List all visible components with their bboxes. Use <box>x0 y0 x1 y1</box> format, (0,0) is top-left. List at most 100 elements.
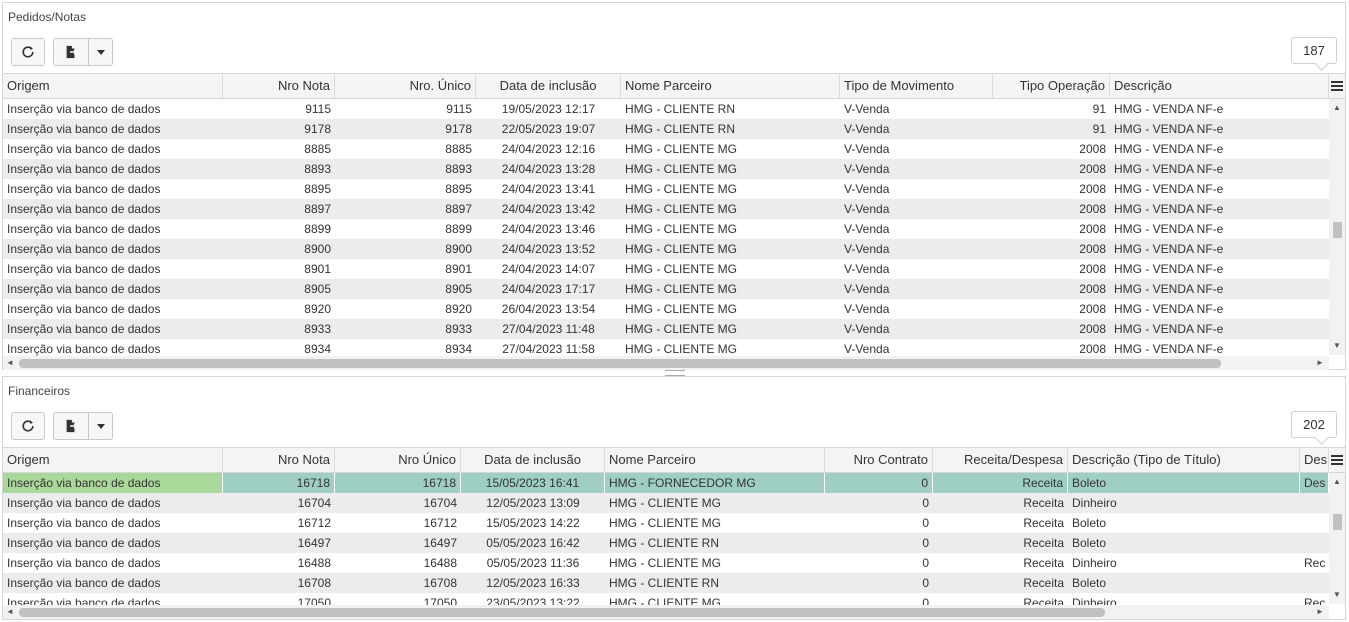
finance-refresh-button[interactable] <box>11 412 45 440</box>
cell-nro-unico: 16497 <box>423 536 457 550</box>
cell-origem: Inserção via banco de dados <box>7 202 161 216</box>
table-row[interactable]: Inserção via banco de dados 9115 9115 19/05… <box>3 99 1329 119</box>
table-row[interactable]: Inserção via banco de dados 8897 8897 24/04… <box>3 199 1329 219</box>
column-header-nro-nota[interactable]: Nro Nota <box>223 74 335 98</box>
table-row[interactable]: Inserção via banco de dados 8933 8933 27/04… <box>3 319 1329 339</box>
column-header-tipo-movimento[interactable]: Tipo de Movimento <box>840 74 993 98</box>
cell-descricao-extra: Des <box>1300 473 1329 493</box>
table-row[interactable]: Inserção via banco de dados 8885 8885 24/04… <box>3 139 1329 159</box>
cell-descricao-extra <box>1300 573 1329 593</box>
cell-data-inclusao: 12/05/2023 16:33 <box>486 576 580 590</box>
table-row[interactable]: Inserção via banco de dados 8934 8934 27/04… <box>3 339 1329 356</box>
table-row[interactable]: Inserção via banco de dados 8905 8905 24/04… <box>3 279 1329 299</box>
column-header-nro-unico[interactable]: Nro. Único <box>335 74 476 98</box>
scrollbar-thumb[interactable] <box>19 359 1221 368</box>
table-row[interactable]: Inserção via banco de dados 8901 8901 24/04… <box>3 259 1329 279</box>
table-row[interactable]: Inserção via banco de dados 16704 16704 12/… <box>3 493 1329 513</box>
finance-horizontal-scrollbar[interactable]: ◄ ► <box>3 605 1329 619</box>
orders-horizontal-scrollbar[interactable]: ◄ ► <box>3 356 1329 370</box>
cell-nro-unico: 8900 <box>445 242 472 256</box>
column-header-receita-despesa[interactable]: Receita/Despesa <box>933 448 1068 472</box>
cell-nome-parceiro: HMG - CLIENTE MG <box>609 556 722 570</box>
scroll-down-arrow-icon[interactable]: ▼ <box>1329 339 1345 353</box>
cell-nro-nota: 9115 <box>305 102 331 116</box>
finance-vertical-scrollbar[interactable]: ▲ ▼ <box>1329 473 1345 604</box>
scrollbar-thumb[interactable] <box>1333 514 1342 530</box>
cell-tipo-movimento: V-Venda <box>844 282 890 296</box>
cell-nro-nota: 16718 <box>223 473 335 493</box>
cell-origem: Inserção via banco de dados <box>7 222 161 236</box>
cell-origem: Inserção via banco de dados <box>7 342 161 356</box>
table-row[interactable]: Inserção via banco de dados 8920 8920 26/04… <box>3 299 1329 319</box>
cell-tipo-operacao: 2008 <box>1079 342 1106 356</box>
cell-nro-nota: 8933 <box>304 322 331 336</box>
cell-nro-unico: 8893 <box>445 162 472 176</box>
scroll-left-arrow-icon[interactable]: ◄ <box>3 356 17 370</box>
column-header-origem[interactable]: Origem <box>3 448 223 472</box>
cell-origem: Inserção via banco de dados <box>7 536 161 550</box>
cell-tipo-operacao: 2008 <box>1079 282 1106 296</box>
cell-tipo-operacao: 2008 <box>1079 302 1106 316</box>
cell-descricao: HMG - VENDA NF-e <box>1114 102 1224 116</box>
cell-receita-despesa: Receita <box>1023 576 1064 590</box>
table-row[interactable]: Inserção via banco de dados 8900 8900 24/04… <box>3 239 1329 259</box>
cell-tipo-movimento: V-Venda <box>844 182 890 196</box>
cell-nro-nota: 16497 <box>297 536 331 550</box>
column-header-tipo-operacao[interactable]: Tipo Operação <box>993 74 1110 98</box>
column-header-data-inclusao[interactable]: Data de inclusão <box>461 448 605 472</box>
cell-nome-parceiro: HMG - CLIENTE MG <box>625 282 738 296</box>
cell-nro-unico: 16488 <box>423 556 457 570</box>
column-header-nro-nota[interactable]: Nro Nota <box>223 448 335 472</box>
table-row[interactable]: Inserção via banco de dados 8895 8895 24/04… <box>3 179 1329 199</box>
orders-vertical-scrollbar[interactable]: ▲ ▼ <box>1329 99 1345 355</box>
cell-origem: Inserção via banco de dados <box>7 496 161 510</box>
scroll-up-arrow-icon[interactable]: ▲ <box>1329 475 1345 489</box>
table-row[interactable]: Inserção via banco de dados 16718 16718 15/… <box>3 473 1329 493</box>
scroll-down-arrow-icon[interactable]: ▼ <box>1329 588 1345 602</box>
column-header-origem[interactable]: Origem <box>3 74 223 98</box>
orders-grid-menu-button[interactable] <box>1329 73 1345 99</box>
cell-data-inclusao: 27/04/2023 11:48 <box>502 322 595 336</box>
cell-nome-parceiro: HMG - CLIENTE MG <box>609 516 722 530</box>
cell-nome-parceiro: HMG - CLIENTE RN <box>609 536 720 550</box>
scroll-right-arrow-icon[interactable]: ► <box>1313 605 1327 619</box>
scroll-right-arrow-icon[interactable]: ► <box>1313 356 1327 370</box>
refresh-icon <box>22 420 34 432</box>
table-row[interactable]: Inserção via banco de dados 16497 16497 05/… <box>3 533 1329 553</box>
table-row[interactable]: Inserção via banco de dados 8893 8893 24/04… <box>3 159 1329 179</box>
column-header-nro-contrato[interactable]: Nro Contrato <box>825 448 933 472</box>
cell-nro-unico: 8905 <box>445 282 472 296</box>
cell-nro-nota: 8893 <box>304 162 331 176</box>
cell-data-inclusao: 22/05/2023 19:07 <box>501 122 596 136</box>
cell-tipo-movimento: V-Venda <box>844 222 890 236</box>
finance-grid-menu-button[interactable] <box>1329 447 1345 473</box>
orders-grid-body: Inserção via banco de dados 9115 9115 19/05… <box>3 99 1329 356</box>
table-row[interactable]: Inserção via banco de dados 16488 16488 05/… <box>3 553 1329 573</box>
column-header-nome-parceiro[interactable]: Nome Parceiro <box>621 74 840 98</box>
table-row[interactable]: Inserção via banco de dados 17050 17050 23/… <box>3 593 1329 605</box>
column-header-descricao[interactable]: Descrição <box>1110 74 1329 98</box>
column-header-nome-parceiro[interactable]: Nome Parceiro <box>605 448 825 472</box>
scrollbar-thumb[interactable] <box>19 608 1105 617</box>
scroll-left-arrow-icon[interactable]: ◄ <box>3 605 17 619</box>
column-header-nro-unico[interactable]: Nro Único <box>335 448 461 472</box>
orders-export-dropdown-button[interactable] <box>89 39 112 65</box>
scroll-up-arrow-icon[interactable]: ▲ <box>1329 101 1345 115</box>
column-menu-icon <box>1331 81 1343 91</box>
table-row[interactable]: Inserção via banco de dados 16708 16708 12/… <box>3 573 1329 593</box>
table-row[interactable]: Inserção via banco de dados 16712 16712 15/… <box>3 513 1329 533</box>
scrollbar-thumb[interactable] <box>1333 222 1342 238</box>
finance-export-dropdown-button[interactable] <box>89 413 112 439</box>
orders-export-button[interactable] <box>54 39 89 65</box>
column-header-descricao-extra[interactable]: Des <box>1300 448 1329 472</box>
finance-export-button[interactable] <box>54 413 89 439</box>
orders-refresh-button[interactable] <box>11 38 45 66</box>
cell-nro-nota: 8901 <box>304 262 331 276</box>
column-header-descricao-tipo-titulo[interactable]: Descrição (Tipo de Título) <box>1068 448 1300 472</box>
cell-data-inclusao: 24/04/2023 12:16 <box>501 142 596 156</box>
cell-tipo-operacao: 2008 <box>1079 182 1106 196</box>
table-row[interactable]: Inserção via banco de dados 9178 9178 22/05… <box>3 119 1329 139</box>
table-row[interactable]: Inserção via banco de dados 8899 8899 24/04… <box>3 219 1329 239</box>
cell-descricao: HMG - VENDA NF-e <box>1114 342 1224 356</box>
column-header-data-inclusao[interactable]: Data de inclusão <box>476 74 621 98</box>
